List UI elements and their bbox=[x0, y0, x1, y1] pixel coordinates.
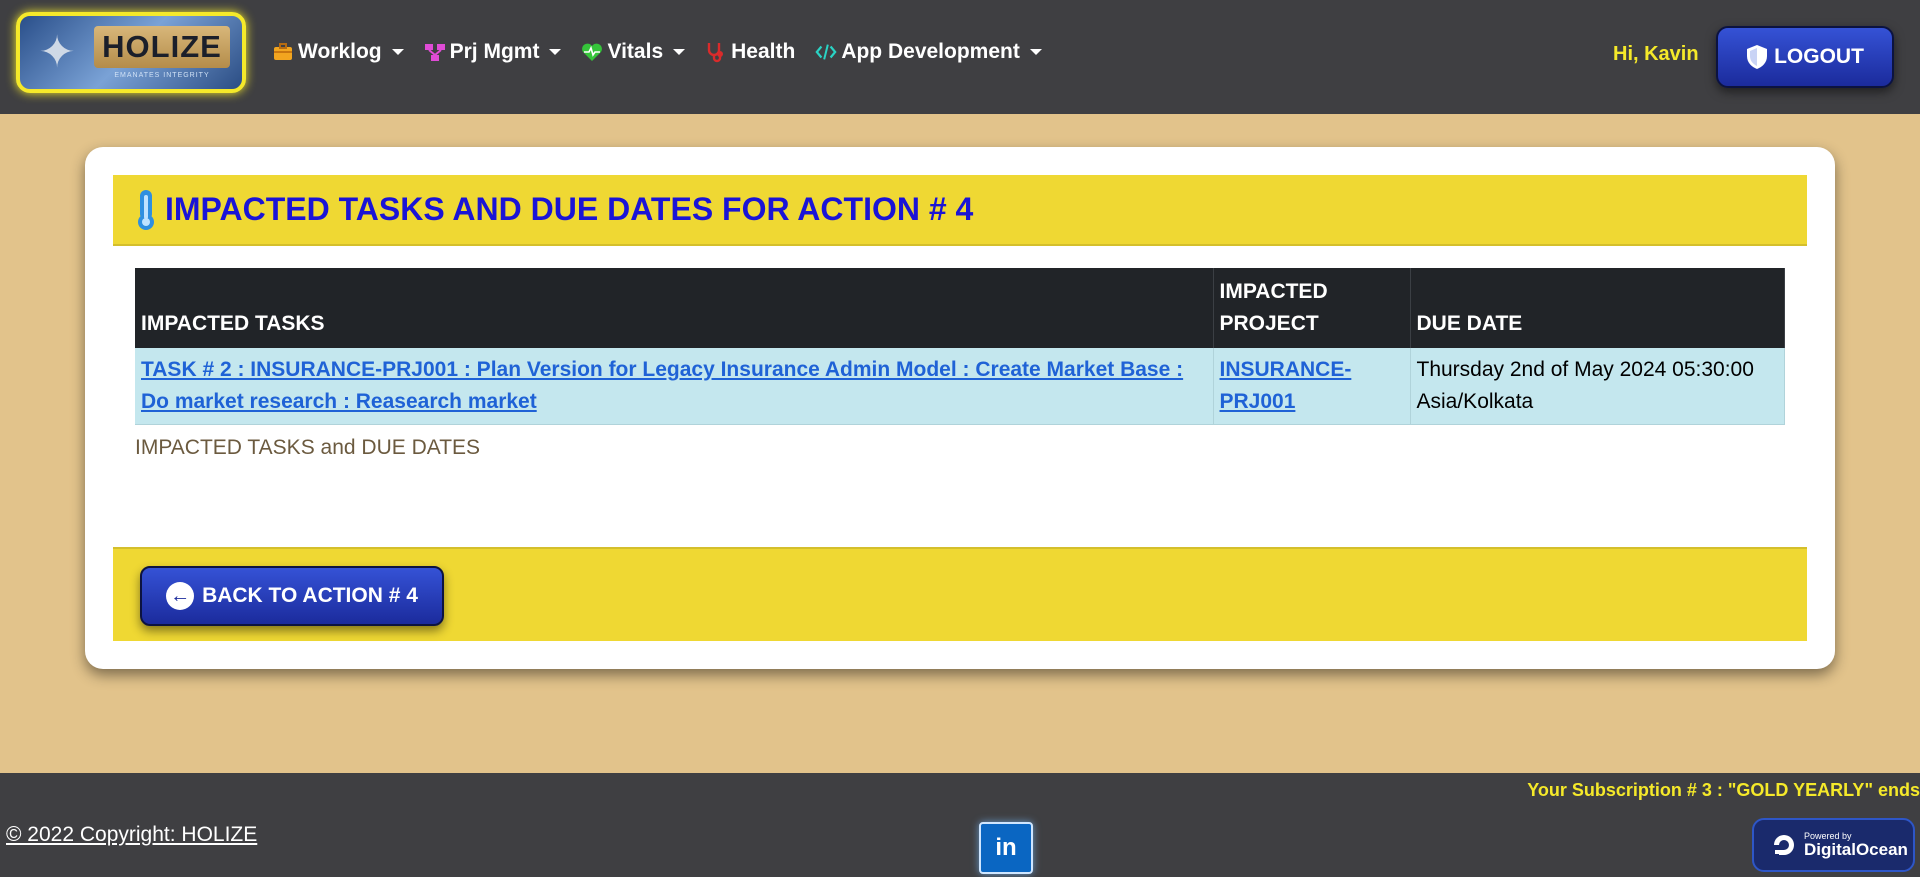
logout-button[interactable]: LOGOUT bbox=[1716, 26, 1894, 88]
chevron-down-icon bbox=[549, 49, 562, 55]
title-bar: IMPACTED TASKS AND DUE DATES FOR ACTION … bbox=[113, 175, 1807, 246]
heart-pulse-icon bbox=[581, 41, 603, 63]
project-link[interactable]: INSURANCE-PRJ001 bbox=[1220, 358, 1352, 413]
table-row: TASK # 2 : INSURANCE-PRJ001 : Plan Versi… bbox=[135, 348, 1785, 425]
stethoscope-icon bbox=[705, 41, 727, 63]
digitalocean-logo-icon bbox=[1774, 835, 1794, 855]
user-greeting: Hi, Kavin bbox=[1613, 43, 1699, 65]
nav-item-label: Prj Mgmt bbox=[449, 40, 540, 63]
chevron-down-icon bbox=[1029, 49, 1042, 55]
column-header-project-text: IMPACTED PROJECT bbox=[1219, 280, 1328, 335]
table-caption: IMPACTED TASKS and DUE DATES bbox=[135, 436, 481, 459]
eagle-emblem-icon: ✦ bbox=[38, 28, 76, 77]
digitalocean-badge[interactable]: Powered by DigitalOcean bbox=[1752, 818, 1915, 872]
task-link[interactable]: TASK # 2 : INSURANCE-PRJ001 : Plan Versi… bbox=[141, 358, 1183, 413]
nav-item-health[interactable]: Health bbox=[705, 40, 795, 64]
brand-logo[interactable]: ✦ HOLIZE EMANATES INTEGRITY bbox=[16, 12, 246, 93]
chevron-down-icon bbox=[391, 49, 404, 55]
footer: Your Subscription # 3 : "GOLD YEARLY" en… bbox=[0, 773, 1920, 877]
nav-item-prj-mgmt[interactable]: Prj Mgmt bbox=[424, 40, 562, 64]
action-bar: ← BACK TO ACTION # 4 bbox=[113, 547, 1807, 641]
brand-tagline: EMANATES INTEGRITY bbox=[114, 72, 210, 79]
due-date-cell: Thursday 2nd of May 2024 05:30:00 Asia/K… bbox=[1410, 348, 1785, 425]
brand-name: HOLIZE bbox=[94, 26, 230, 68]
briefcase-icon bbox=[272, 41, 294, 63]
digitalocean-text: Powered by DigitalOcean bbox=[1804, 832, 1908, 859]
nav-item-label: Health bbox=[731, 40, 796, 63]
task-cell: TASK # 2 : INSURANCE-PRJ001 : Plan Versi… bbox=[135, 348, 1214, 425]
content-card: IMPACTED TASKS AND DUE DATES FOR ACTION … bbox=[85, 147, 1835, 669]
linkedin-icon[interactable]: in bbox=[979, 822, 1033, 874]
back-button-label: BACK TO ACTION # 4 bbox=[202, 584, 418, 607]
subscription-notice: Your Subscription # 3 : "GOLD YEARLY" en… bbox=[1527, 780, 1920, 800]
nav-item-label: Worklog bbox=[298, 40, 382, 63]
impacted-tasks-table: IMPACTED TASKS IMPACTED PROJECT DUE DATE… bbox=[135, 268, 1785, 425]
nav-item-worklog[interactable]: Worklog bbox=[272, 40, 404, 64]
back-to-action-button[interactable]: ← BACK TO ACTION # 4 bbox=[140, 566, 444, 626]
nav-item-label: App Development bbox=[841, 40, 1020, 63]
arrow-left-circle-icon: ← bbox=[166, 582, 195, 610]
copyright-link[interactable]: © 2022 Copyright: HOLIZE bbox=[6, 823, 257, 847]
chevron-down-icon bbox=[673, 49, 686, 55]
column-header-project: IMPACTED PROJECT bbox=[1213, 268, 1411, 348]
page-title: IMPACTED TASKS AND DUE DATES FOR ACTION … bbox=[165, 191, 974, 227]
nav-item-label: Vitals bbox=[607, 40, 664, 63]
top-navbar: ✦ HOLIZE EMANATES INTEGRITY Worklog Prj … bbox=[0, 0, 1920, 114]
column-header-due-date: DUE DATE bbox=[1410, 268, 1785, 348]
nav-item-app-development[interactable]: App Development bbox=[815, 40, 1042, 64]
column-header-tasks: IMPACTED TASKS bbox=[135, 268, 1214, 348]
shield-icon bbox=[1747, 45, 1768, 69]
nav-item-vitals[interactable]: Vitals bbox=[581, 40, 686, 64]
nav-menu: Worklog Prj Mgmt Vitals Health App Devel… bbox=[272, 40, 1062, 64]
table-header-row: IMPACTED TASKS IMPACTED PROJECT DUE DATE bbox=[135, 268, 1785, 348]
code-icon bbox=[815, 41, 837, 63]
project-tree-icon bbox=[424, 41, 446, 63]
thermometer-icon bbox=[138, 189, 154, 230]
digitalocean-name: DigitalOcean bbox=[1804, 840, 1908, 859]
logout-label: LOGOUT bbox=[1774, 45, 1864, 68]
project-cell: INSURANCE-PRJ001 bbox=[1213, 348, 1411, 425]
